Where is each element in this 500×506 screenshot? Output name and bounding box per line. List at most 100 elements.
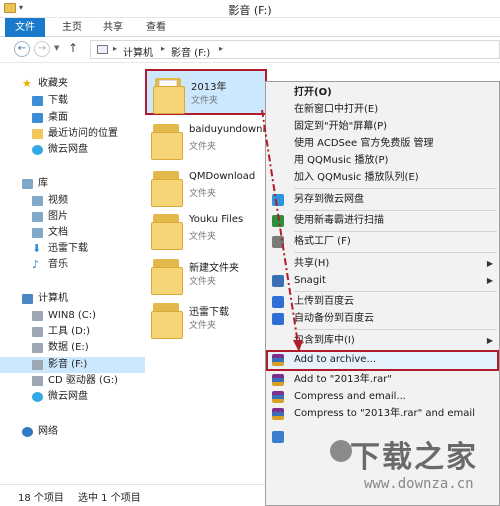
menu-item-save-weiyun[interactable]: 另存到微云网盘 <box>266 191 499 209</box>
menu-item-upload-baidu[interactable]: 上传到百度云 <box>266 293 499 311</box>
menu-separator <box>294 252 497 253</box>
sidebar-item-drive-c[interactable]: WIN8 (C:) <box>0 308 145 324</box>
title-bar: ▾ 影音 (F:) <box>0 0 500 18</box>
desktop-icon <box>32 113 43 123</box>
sidebar-item-drive-e[interactable]: 数据 (E:) <box>0 340 145 356</box>
folder-icon <box>153 74 185 114</box>
menu-item-compress-email[interactable]: Compress and email... <box>266 388 499 406</box>
navigation-pane: ★ 收藏夹 下载 桌面 最近访问的位置 微云网盘 库 视频 图片 文档 ⬇ 迅雷… <box>0 64 145 484</box>
menu-item-add-to-rar[interactable]: Add to "2013年.rar" <box>266 371 499 389</box>
download-logo-icon <box>330 440 352 462</box>
menu-separator <box>294 291 497 292</box>
item-count: 18 个项目 <box>18 493 64 504</box>
sidebar-item-videos[interactable]: 视频 <box>0 193 145 209</box>
sidebar-item-drive-d[interactable]: 工具 (D:) <box>0 324 145 340</box>
computer-icon <box>97 45 108 54</box>
breadcrumb-computer[interactable]: 计算机 <box>123 44 153 59</box>
sidebar-item-downloads[interactable]: 下载 <box>0 93 145 109</box>
ribbon-tabs: 文件 主页 共享 查看 <box>0 18 500 37</box>
drive-icon <box>32 327 43 337</box>
breadcrumb-separator-icon[interactable]: ▸ <box>219 44 223 53</box>
breadcrumb-separator-icon[interactable]: ▸ <box>161 44 165 53</box>
menu-item-compress-rar-email[interactable]: Compress to "2013年.rar" and email <box>266 405 499 423</box>
submenu-arrow-icon: ▶ <box>486 336 493 345</box>
baidu-cloud-icon <box>272 296 284 308</box>
winrar-icon <box>272 354 284 366</box>
winrar-icon <box>272 408 284 420</box>
forward-arrow-icon[interactable]: → <box>34 41 50 57</box>
menu-item-share[interactable]: 共享(H) ▶ <box>266 255 499 273</box>
list-item-folder[interactable]: 2013年 文件夹 <box>145 69 267 115</box>
status-bar: 18 个项目 选中 1 个项目 <box>0 484 270 506</box>
list-item-folder[interactable]: QMDownload 文件夹 <box>145 164 267 210</box>
network-icon <box>22 427 33 437</box>
window-title: 影音 (F:) <box>228 4 272 17</box>
menu-separator <box>294 231 497 232</box>
menu-item-acdsee[interactable]: 使用 ACDSee 官方免费版 管理 <box>266 135 499 153</box>
sidebar-item-thunder-downloads[interactable]: ⬇ 迅雷下载 <box>0 241 145 257</box>
format-factory-icon <box>272 236 284 248</box>
menu-item-include-library[interactable]: 包含到库中(I) ▶ <box>266 332 499 350</box>
sidebar-item-music[interactable]: ♪ 音乐 <box>0 257 145 273</box>
menu-item-pin-start[interactable]: 固定到"开始"屏幕(P) <box>266 118 499 136</box>
library-icon <box>22 179 33 189</box>
menu-item-backup-baidu[interactable]: 自动备份到百度云 <box>266 310 499 328</box>
thunder-download-icon: ⬇ <box>32 242 42 255</box>
winrar-icon <box>272 374 284 386</box>
drive-icon <box>32 360 43 370</box>
sidebar-item-pictures[interactable]: 图片 <box>0 209 145 225</box>
menu-separator <box>294 210 497 211</box>
sidebar-item-weiyun-drive[interactable]: 微云网盘 <box>0 389 145 405</box>
address-bar[interactable]: ▸ 计算机 ▸ 影音 (F:) ▸ <box>90 40 500 59</box>
tab-home[interactable]: 主页 <box>54 18 90 37</box>
drive-icon <box>32 311 43 321</box>
list-item-folder[interactable]: 新建文件夹 文件夹 <box>145 252 267 298</box>
submenu-arrow-icon: ▶ <box>486 259 493 268</box>
menu-item-qqmusic-queue[interactable]: 加入 QQMusic 播放队列(E) <box>266 169 499 187</box>
cloud-icon <box>32 145 43 155</box>
computer-icon <box>22 294 33 304</box>
download-folder-icon <box>32 96 43 106</box>
breadcrumb-drive[interactable]: 影音 (F:) <box>171 44 210 59</box>
menu-separator <box>294 188 497 189</box>
tab-share[interactable]: 共享 <box>95 18 131 37</box>
shield-icon <box>272 431 284 443</box>
sidebar-item-desktop[interactable]: 桌面 <box>0 110 145 126</box>
recent-places-icon <box>32 129 43 139</box>
menu-item-qqmusic-play[interactable]: 用 QQMusic 播放(P) <box>266 152 499 170</box>
star-icon: ★ <box>22 77 32 90</box>
breadcrumb-separator-icon[interactable]: ▸ <box>113 44 117 53</box>
sidebar-computer[interactable]: 计算机 <box>0 291 145 307</box>
baidu-cloud-icon <box>272 313 284 325</box>
recent-locations-dropdown-icon[interactable]: ▼ <box>54 44 59 52</box>
menu-item-add-to-archive[interactable]: Add to archive... <box>266 350 499 371</box>
menu-item-format-factory[interactable]: 格式工厂 (F) <box>266 233 499 251</box>
up-arrow-icon[interactable]: ↑ <box>68 41 78 55</box>
folder-icon <box>151 167 183 207</box>
folder-icon <box>151 255 183 295</box>
antivirus-icon <box>272 215 284 227</box>
menu-item-open-new-window[interactable]: 在新窗口中打开(E) <box>266 101 499 119</box>
menu-item-virus-scan[interactable]: 使用新毒霸进行扫描 <box>266 212 499 230</box>
list-item-folder[interactable]: Youku Files 文件夹 <box>145 207 267 253</box>
picture-library-icon <box>32 212 43 222</box>
sidebar-item-drive-g[interactable]: CD 驱动器 (G:) <box>0 373 145 389</box>
document-library-icon <box>32 228 43 238</box>
sidebar-item-documents[interactable]: 文档 <box>0 225 145 241</box>
sidebar-network[interactable]: 网络 <box>0 424 145 440</box>
snagit-icon <box>272 275 284 287</box>
tab-view[interactable]: 查看 <box>136 18 176 37</box>
file-list: 2013年 文件夹 baiduyundownlo 文件夹 QMDownload … <box>145 64 269 484</box>
list-item-folder[interactable]: baiduyundownlo 文件夹 <box>145 117 269 163</box>
drive-icon <box>32 343 43 353</box>
tab-file[interactable]: 文件 <box>5 18 45 37</box>
sidebar-item-drive-f[interactable]: 影音 (F:) <box>0 357 145 373</box>
list-item-folder[interactable]: 迅雷下载 文件夹 <box>145 296 267 342</box>
sidebar-favorites[interactable]: ★ 收藏夹 <box>0 76 145 92</box>
back-arrow-icon[interactable]: ← <box>14 41 30 57</box>
sidebar-item-weiyun[interactable]: 微云网盘 <box>0 142 145 158</box>
sidebar-item-recent[interactable]: 最近访问的位置 <box>0 126 145 142</box>
menu-item-snagit[interactable]: Snagit ▶ <box>266 272 499 290</box>
sidebar-libraries[interactable]: 库 <box>0 176 145 192</box>
menu-item-open[interactable]: 打开(O) <box>266 84 499 102</box>
